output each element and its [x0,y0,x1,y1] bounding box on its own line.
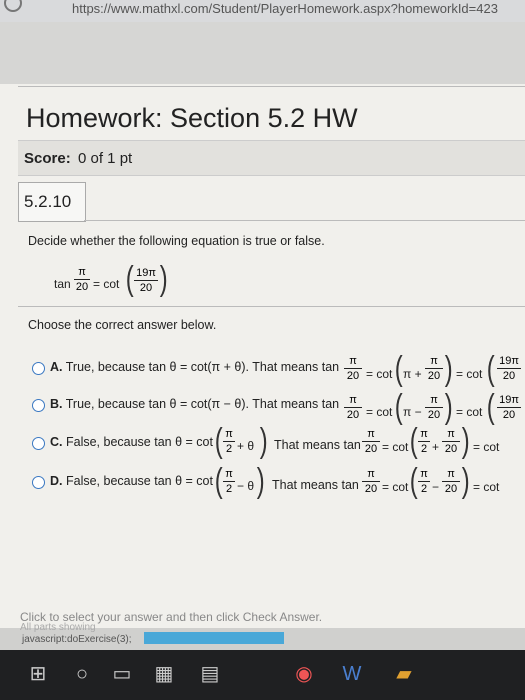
word-icon[interactable]: W [340,662,364,686]
eq-rhs-fraction: 19π 20 [134,267,158,294]
option-b-frac1: π 20 [344,394,362,421]
option-d-text2: That means tan [272,478,359,492]
search-icon[interactable]: ○ [70,662,94,686]
page-content: Homework: Section 5.2 HW Score: 0 of 1 p… [0,22,525,650]
eq-rhs-num: 19π [136,267,156,279]
status-js-text: javascript:doExercise(3); [22,634,132,645]
option-c-text2: That means tan [274,438,361,452]
browser-status-bar: All parts showing javascript:doExercise(… [0,622,525,650]
option-c-frac1: π 20 [362,428,380,455]
browser-address-bar[interactable]: https://www.mathxl.com/Student/PlayerHom… [0,0,525,22]
option-b-letter: B. [50,397,63,411]
option-b-last-frac: 19π 20 [497,394,521,421]
option-d-frac1: π 20 [362,468,380,495]
eq-equals-cot: = cot [93,277,120,291]
option-a-letter: A. [50,360,63,374]
option-c-frac0: π2 [223,428,235,455]
option-d-text: False, because tan θ = cot [65,474,213,488]
option-b-text: True, because tan θ = cot(π − θ). That m… [65,397,340,411]
browser-refresh-icon[interactable] [4,0,22,12]
option-a-text: True, because tan θ = cot(π + θ). That m… [65,360,340,374]
option-a-frac1: π 20 [344,355,362,382]
question-divider [84,220,525,221]
option-b-mid: = cot [366,405,393,419]
page-header-band [0,22,525,84]
eq-rhs-den: 20 [139,282,153,294]
windows-taskbar: ⊞ ○ ▭ ▦ ▤ ◉ W ▰ [0,650,525,700]
option-b-inner-frac: π 20 [425,394,443,421]
eq-lhs-num: π [78,266,86,278]
question-number: 5.2.10 [18,182,86,222]
option-a-inner-frac: π 20 [425,355,443,382]
store-icon[interactable]: ▦ [152,662,176,686]
option-c-letter: C. [50,435,63,449]
option-c-radio[interactable] [32,437,45,450]
option-b-radio[interactable] [32,399,45,412]
option-a-last-frac: 19π 20 [497,355,521,382]
windows-start-icon[interactable]: ⊞ [26,662,50,686]
option-d-radio[interactable] [32,476,45,489]
homework-title-bar: Homework: Section 5.2 HW [18,86,525,139]
option-d-letter: D. [50,474,63,488]
task-view-icon[interactable]: ▭ [110,662,134,686]
option-a-mid: = cot [366,367,393,381]
instruction-text: Choose the correct answer below. [28,318,217,332]
score-value: 0 of 1 pt [78,150,133,167]
faded-text: All parts showing [20,622,96,633]
eq-left-paren: ( [125,260,134,298]
option-d-frac0: π2 [223,468,235,495]
eq-right-paren: ) [159,260,168,298]
score-label: Score: [24,150,71,167]
eq-lhs-den: 20 [75,281,89,293]
option-a-radio[interactable] [32,362,45,375]
question-prompt: Decide whether the following equation is… [28,234,325,248]
eq-lhs-fn: tan [54,277,71,291]
app-icon[interactable]: ◉ [292,662,316,686]
url-text[interactable]: https://www.mathxl.com/Student/PlayerHom… [72,0,498,18]
section-divider [18,306,525,307]
eq-lhs-fraction: π 20 [74,266,90,293]
page-title: Homework: Section 5.2 HW [26,103,358,133]
loading-progress-bar [144,632,284,644]
calculator-icon[interactable]: ▤ [198,662,222,686]
option-c-text: False, because tan θ = cot [65,435,213,449]
folder-icon[interactable]: ▰ [392,662,416,686]
score-bar: Score: 0 of 1 pt [18,140,525,176]
